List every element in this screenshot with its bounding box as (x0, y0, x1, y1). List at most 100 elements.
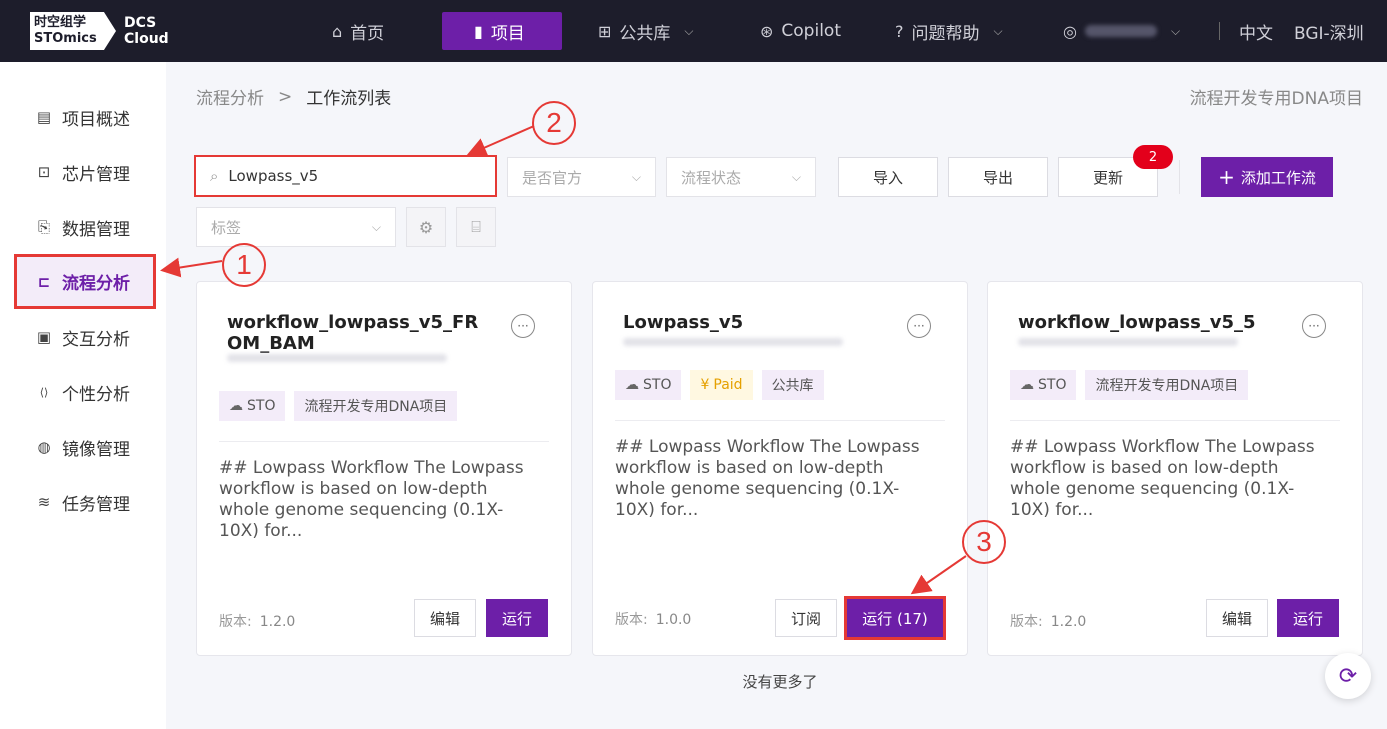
update-count-badge: 2 (1133, 145, 1173, 169)
document-icon: ▮ (474, 21, 483, 41)
sidebar-item-custom[interactable]: ⟨⟩ 个性分析 (14, 366, 156, 418)
avatar (1084, 25, 1157, 37)
user-icon: ◎ (1063, 21, 1077, 41)
broom-icon: ⌸ (471, 217, 481, 236)
grid-icon: ⊞ (598, 21, 612, 41)
nav-copilot[interactable]: ⊛ Copilot (760, 12, 841, 50)
region-label: BGI-深圳 (1294, 23, 1364, 44)
workflow-card-title[interactable]: workflow_lowpass_v5_FROM_BAM (227, 312, 487, 354)
refresh-icon: ⟳ (1338, 663, 1358, 689)
workflow-card-version: 版本: 1.2.0 (219, 611, 295, 631)
more-options-icon[interactable]: ··· (907, 314, 931, 338)
breadcrumb: 流程分析 > 工作流列表 (196, 84, 392, 110)
data-icon: ⎘ (37, 218, 50, 236)
tag-select[interactable]: 标签 ⌵ (196, 207, 396, 247)
tag-label: 公共库 (771, 378, 814, 394)
card-divider (219, 441, 549, 442)
settings-button[interactable]: ⚙ (406, 207, 446, 247)
logo-product-line-1: DCS (124, 15, 157, 31)
run-button[interactable]: 运行 (1277, 599, 1339, 637)
breadcrumb-parent[interactable]: 流程分析 (196, 84, 264, 109)
nav-copilot-label: Copilot (781, 21, 841, 41)
run-button[interactable]: 运行 (486, 599, 548, 637)
sidebar: ▤ 项目概述 ⊡ 芯片管理 ⎘ 数据管理 ⊏ 流程分析 ▣ 交互分析 ⟨⟩ 个性… (0, 62, 166, 729)
sidebar-item-data[interactable]: ⎘ 数据管理 (14, 201, 156, 253)
edit-button[interactable]: 编辑 (414, 599, 476, 637)
project-name: 流程开发专用DNA项目 (1189, 89, 1363, 109)
annotation-step-2: 2 (532, 101, 576, 145)
chevron-down-icon: ⌵ (684, 23, 694, 38)
export-button[interactable]: 导出 (948, 157, 1048, 197)
sidebar-item-overview[interactable]: ▤ 项目概述 (14, 91, 156, 143)
version-value: 1.2.0 (259, 614, 296, 630)
nav-public-library[interactable]: ⊞ 公共库 ⌵ (598, 12, 694, 50)
user-menu[interactable]: ◎ ⌵ (1063, 12, 1180, 50)
workflow-card-tags: ☁ STO 流程开发专用DNA项目 (219, 391, 458, 421)
more-options-icon[interactable]: ··· (1302, 314, 1326, 338)
workflow-card[interactable]: workflow_lowpass_v5_5 ··· ☁ STO 流程开发专用DNA… (987, 281, 1363, 656)
workflow-icon: ⊏ (37, 272, 51, 291)
subscribe-button[interactable]: 订阅 (775, 599, 837, 637)
tag-project: 流程开发专用DNA项目 (294, 391, 458, 421)
annotation-arrow-2 (466, 125, 535, 157)
breadcrumb-separator: > (278, 86, 293, 107)
tag-label: Paid (713, 377, 743, 393)
workflow-card[interactable]: Lowpass_v5 ··· ☁ STO ¥ Paid 公共库 ## Lowpass… (592, 281, 968, 656)
layers-icon: ≋ (37, 493, 51, 511)
no-more-text: 没有更多了 (742, 673, 818, 691)
import-button[interactable]: 导入 (838, 157, 938, 197)
version-value: 1.2.0 (1050, 614, 1087, 630)
workflow-card-tags: ☁ STO 流程开发专用DNA项目 (1010, 370, 1249, 400)
refresh-button[interactable]: ⟳ (1325, 653, 1371, 699)
top-navbar: 时空组学 STOmics DCS Cloud ⌂ 首页 ▮ 项目 ⊞ 公共库 ⌵… (0, 0, 1387, 62)
sidebar-item-images[interactable]: ◍ 镜像管理 (14, 421, 156, 473)
version-label: 版本: (1010, 614, 1043, 630)
sidebar-item-tasks[interactable]: ≋ 任务管理 (14, 476, 156, 528)
file-icon: ▤ (36, 108, 52, 126)
workflow-card-version: 版本: 1.0.0 (615, 609, 691, 629)
add-workflow-button[interactable]: + 添加工作流 (1201, 157, 1333, 197)
chip-icon: ⊡ (37, 163, 51, 181)
sidebar-item-workflow[interactable]: ⊏ 流程分析 (14, 254, 156, 309)
annotation-step-3: 3 (962, 520, 1006, 564)
help-icon: ? (895, 21, 904, 41)
nav-help[interactable]: ? 问题帮助 ⌵ (895, 12, 1003, 50)
version-value: 1.0.0 (655, 612, 692, 628)
nav-home[interactable]: ⌂ 首页 (332, 12, 384, 50)
sidebar-item-label: 流程分析 (62, 274, 130, 294)
logo[interactable]: 时空组学 STOmics DCS Cloud (30, 12, 169, 50)
version-label: 版本: (615, 612, 648, 628)
status-select[interactable]: 流程状态 ⌵ (666, 157, 816, 197)
logo-product-line-2: Cloud (124, 31, 169, 47)
sidebar-item-chips[interactable]: ⊡ 芯片管理 (14, 146, 156, 198)
official-select[interactable]: 是否官方 ⌵ (507, 157, 656, 197)
workflow-card-title[interactable]: Lowpass_v5 (623, 312, 883, 333)
workflow-card-tags: ☁ STO ¥ Paid 公共库 (615, 370, 824, 400)
region-switch[interactable]: BGI-深圳 (1294, 12, 1364, 50)
interactive-icon: ▣ (36, 328, 52, 346)
nav-project[interactable]: ▮ 项目 (442, 12, 562, 50)
workflow-card[interactable]: workflow_lowpass_v5_FROM_BAM ··· ☁ STO 流程… (196, 281, 572, 656)
workflow-card-meta-blurred (1018, 338, 1238, 346)
search-value: Lowpass_v5 (228, 167, 319, 185)
clear-filter-button[interactable]: ⌸ (456, 207, 496, 247)
workflow-card-title[interactable]: workflow_lowpass_v5_5 (1018, 312, 1278, 333)
tag-label: STO (1038, 377, 1067, 393)
annotation-step-1: 1 (222, 243, 266, 287)
tag-sto: ☁ STO (219, 391, 286, 421)
run-button[interactable]: 运行 (17) (844, 596, 946, 640)
sidebar-item-interactive[interactable]: ▣ 交互分析 (14, 311, 156, 363)
breadcrumb-current: 工作流列表 (306, 89, 392, 109)
language-switch[interactable]: 中文 (1239, 12, 1273, 50)
yuan-icon: ¥ (700, 377, 710, 393)
more-options-icon[interactable]: ··· (511, 314, 535, 338)
sidebar-item-label: 数据管理 (62, 219, 130, 240)
nav-public-library-label: 公共库 (619, 23, 671, 44)
cloud-icon: ☁ (1020, 377, 1034, 393)
tag-label: STO (247, 398, 276, 414)
search-input[interactable]: ⌕ Lowpass_v5 (194, 155, 497, 197)
workflow-card-version: 版本: 1.2.0 (1010, 611, 1086, 631)
workflow-card-description: ## Lowpass Workflow The Lowpass workflow… (615, 437, 920, 520)
edit-button[interactable]: 编辑 (1206, 599, 1268, 637)
nav-home-label: 首页 (350, 23, 385, 44)
